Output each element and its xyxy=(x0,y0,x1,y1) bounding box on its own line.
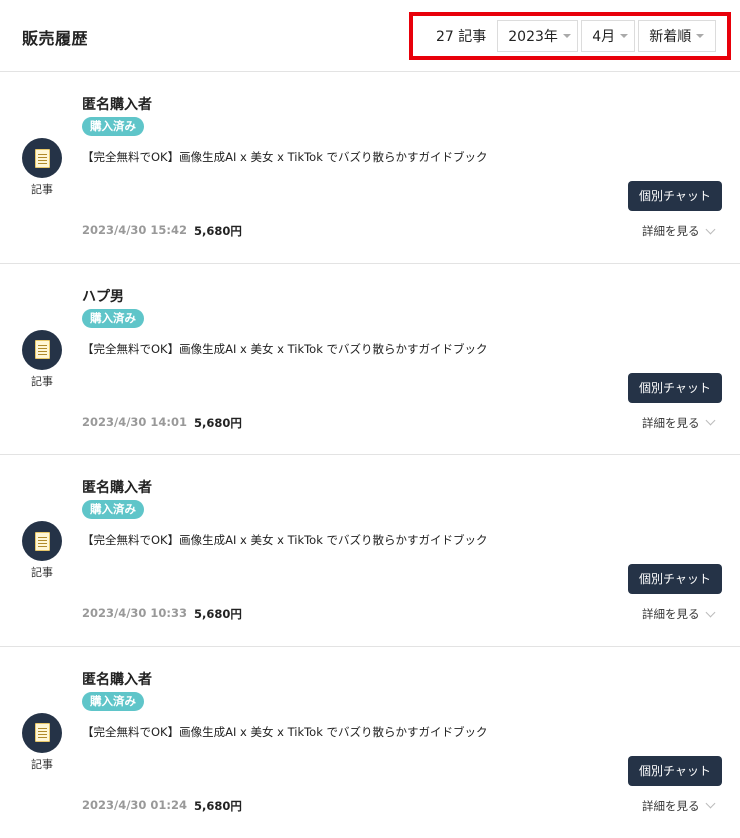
price: 5,680円 xyxy=(194,798,242,814)
caret-down-icon xyxy=(563,34,571,38)
article-avatar xyxy=(22,138,62,178)
buyer-name: 匿名購入者 xyxy=(82,94,152,114)
article-avatar xyxy=(22,330,62,370)
sales-item: 記事 ハプ男 購入済み 【完全無料でOK】画像生成AI x 美女 x TikTo… xyxy=(0,264,740,456)
buyer-name: 匿名購入者 xyxy=(82,669,152,689)
article-title[interactable]: 【完全無料でOK】画像生成AI x 美女 x TikTok でバズり散らかすガイ… xyxy=(82,724,488,740)
private-chat-button[interactable]: 個別チャット xyxy=(628,181,722,211)
month-select-value: 4月 xyxy=(592,26,615,46)
chevron-down-icon xyxy=(705,799,715,809)
status-badge: 購入済み xyxy=(82,692,144,711)
details-toggle[interactable]: 詳細を見る xyxy=(642,415,714,431)
price: 5,680円 xyxy=(194,223,242,239)
article-title[interactable]: 【完全無料でOK】画像生成AI x 美女 x TikTok でバズり散らかすガイ… xyxy=(82,532,488,548)
details-toggle[interactable]: 詳細を見る xyxy=(642,223,714,239)
details-toggle[interactable]: 詳細を見る xyxy=(642,606,714,622)
document-icon xyxy=(35,532,50,551)
page-title: 販売履歴 xyxy=(22,25,88,49)
article-title[interactable]: 【完全無料でOK】画像生成AI x 美女 x TikTok でバズり散らかすガイ… xyxy=(82,341,488,357)
buyer-name: ハプ男 xyxy=(82,286,124,306)
private-chat-button[interactable]: 個別チャット xyxy=(628,756,722,786)
status-badge: 購入済み xyxy=(82,117,144,136)
document-icon xyxy=(35,723,50,742)
caret-down-icon xyxy=(696,34,704,38)
sales-item: 記事 匿名購入者 購入済み 【完全無料でOK】画像生成AI x 美女 x Tik… xyxy=(0,72,740,264)
price: 5,680円 xyxy=(194,606,242,622)
price: 5,680円 xyxy=(194,415,242,431)
purchase-date: 2023/4/30 10:33 xyxy=(82,606,187,620)
article-avatar xyxy=(22,521,62,561)
purchase-date: 2023/4/30 01:24 xyxy=(82,798,187,812)
sales-list: 記事 匿名購入者 購入済み 【完全無料でOK】画像生成AI x 美女 x Tik… xyxy=(0,72,740,838)
caret-down-icon xyxy=(620,34,628,38)
purchase-date: 2023/4/30 14:01 xyxy=(82,415,187,429)
details-label: 詳細を見る xyxy=(642,415,700,431)
buyer-name: 匿名購入者 xyxy=(82,477,152,497)
article-title[interactable]: 【完全無料でOK】画像生成AI x 美女 x TikTok でバズり散らかすガイ… xyxy=(82,149,488,165)
sales-item: 記事 匿名購入者 購入済み 【完全無料でOK】画像生成AI x 美女 x Tik… xyxy=(0,455,740,647)
month-select[interactable]: 4月 xyxy=(581,20,635,52)
article-count: 27 記事 xyxy=(418,20,494,52)
document-icon xyxy=(35,149,50,168)
purchase-date: 2023/4/30 15:42 xyxy=(82,223,187,237)
chevron-down-icon xyxy=(705,224,715,234)
private-chat-button[interactable]: 個別チャット xyxy=(628,373,722,403)
private-chat-button[interactable]: 個別チャット xyxy=(628,564,722,594)
item-kind: 記事 xyxy=(22,564,62,580)
item-kind: 記事 xyxy=(22,756,62,772)
details-label: 詳細を見る xyxy=(642,223,700,239)
details-label: 詳細を見る xyxy=(642,606,700,622)
sort-select-value: 新着順 xyxy=(649,26,691,46)
item-kind: 記事 xyxy=(22,181,62,197)
sales-item: 記事 匿名購入者 購入済み 【完全無料でOK】画像生成AI x 美女 x Tik… xyxy=(0,647,740,838)
chevron-down-icon xyxy=(705,416,715,426)
status-badge: 購入済み xyxy=(82,309,144,328)
document-icon xyxy=(35,340,50,359)
sort-select[interactable]: 新着順 xyxy=(638,20,716,52)
page-header: 販売履歴 27 記事 2023年 4月 新着順 xyxy=(0,0,740,72)
year-select-value: 2023年 xyxy=(508,26,558,46)
filter-bar: 27 記事 2023年 4月 新着順 xyxy=(418,20,716,52)
year-select[interactable]: 2023年 xyxy=(497,20,578,52)
article-avatar xyxy=(22,713,62,753)
details-toggle[interactable]: 詳細を見る xyxy=(642,798,714,814)
item-kind: 記事 xyxy=(22,373,62,389)
status-badge: 購入済み xyxy=(82,500,144,519)
chevron-down-icon xyxy=(705,607,715,617)
details-label: 詳細を見る xyxy=(642,798,700,814)
